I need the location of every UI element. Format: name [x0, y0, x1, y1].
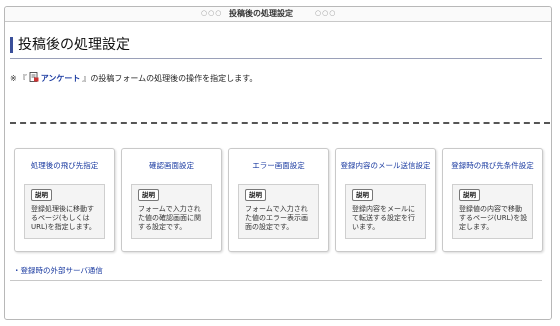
- card-confirm-screen[interactable]: 確認画面設定 説明 フォームで入力された値の確認画面に関する設定です。: [121, 148, 222, 252]
- titlebar-dots-left: ○○○: [201, 9, 223, 17]
- card-conditional-redirect[interactable]: 登録時の飛び先条件設定 説明 登録値の内容で移動するページ(URL)を設定します…: [442, 148, 543, 252]
- card-mail-send[interactable]: 登録内容のメール送信設定 説明 登録内容をメールにて転送する設定を行います。: [335, 148, 436, 252]
- heading-divider: [10, 58, 542, 59]
- form-name-link[interactable]: アンケート: [41, 74, 81, 83]
- card-description-box: 説明 登録内容をメールにて転送する設定を行います。: [345, 184, 426, 239]
- heading-accent-bar: [10, 37, 13, 53]
- card-redirect-after-process[interactable]: 処理後の飛び先指定 説明 登録処理後に移動するページ(もしくはURL)を指定しま…: [14, 148, 115, 252]
- card-title[interactable]: 登録内容のメール送信設定: [340, 161, 431, 171]
- card-title[interactable]: 登録時の飛び先条件設定: [447, 161, 538, 171]
- help-button[interactable]: 説明: [459, 189, 480, 201]
- card-title[interactable]: 処理後の飛び先指定: [19, 161, 110, 171]
- card-description-box: 説明 登録値の内容で移動するページ(URL)を設定します。: [452, 184, 533, 239]
- page-title: 投稿後の処理設定: [18, 37, 130, 53]
- note-mark: ※: [10, 74, 17, 83]
- form-description: ※ 『アンケート 』の投稿フォームの処理後の操作を指定します。: [10, 72, 257, 86]
- window-titlebar: ○○○ 投稿後の処理設定 ○○○: [5, 7, 551, 22]
- card-error-screen[interactable]: エラー画面設定 説明 フォームで入力された値のエラー表示画面の設定です。: [228, 148, 329, 252]
- help-button[interactable]: 説明: [31, 189, 52, 201]
- help-button[interactable]: 説明: [352, 189, 373, 201]
- window-title: 投稿後の処理設定: [229, 9, 293, 18]
- card-title[interactable]: 確認画面設定: [126, 161, 217, 171]
- help-button[interactable]: 説明: [138, 189, 159, 201]
- card-description-box: 説明 フォームで入力された値の確認画面に関する設定です。: [131, 184, 212, 239]
- card-description-box: 説明 フォームで入力された値のエラー表示画面の設定です。: [238, 184, 319, 239]
- card-description: 登録値の内容で移動するページ(URL)を設定します。: [459, 205, 528, 231]
- open-bracket: 『: [18, 74, 27, 83]
- card-description: 登録内容をメールにて転送する設定を行います。: [352, 205, 415, 231]
- card-description: 登録処理後に移動するページ(もしくはURL)を指定します。: [31, 205, 96, 231]
- card-description: フォームで入力された値のエラー表示画面の設定です。: [245, 205, 308, 231]
- help-button[interactable]: 説明: [245, 189, 266, 201]
- external-server-link[interactable]: ・登録時の外部サーバ通信: [13, 266, 103, 276]
- card-description-box: 説明 登録処理後に移動するページ(もしくはURL)を指定します。: [24, 184, 105, 239]
- footer-divider: [10, 280, 542, 281]
- titlebar-dots-right: ○○○: [315, 9, 337, 17]
- settings-cards: 処理後の飛び先指定 説明 登録処理後に移動するページ(もしくはURL)を指定しま…: [14, 148, 544, 252]
- card-title[interactable]: エラー画面設定: [233, 161, 324, 171]
- description-text: の投稿フォームの処理後の操作を指定します。: [90, 74, 258, 83]
- section-divider: [10, 122, 550, 124]
- card-description: フォームで入力された値の確認画面に関する設定です。: [138, 205, 201, 231]
- form-document-icon: [29, 72, 39, 82]
